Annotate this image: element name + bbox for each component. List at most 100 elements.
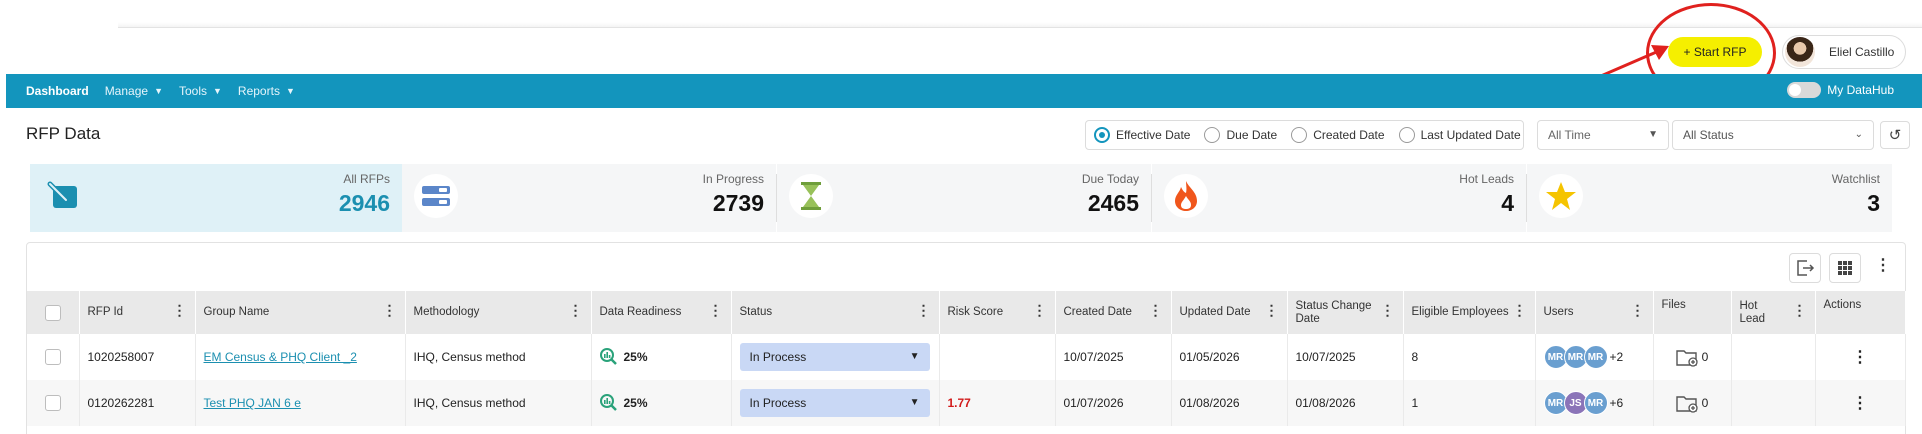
hourglass-icon — [789, 174, 833, 218]
cell-data-readiness: 25% — [591, 334, 732, 380]
header-risk-score[interactable]: Risk Score ⋮ — [939, 291, 1056, 334]
datahub-label: My DataHub — [1827, 83, 1894, 97]
group-name-link[interactable]: Test PHQ JAN 6 e — [204, 396, 301, 410]
readiness-value: 25% — [623, 350, 648, 364]
rfp-edit-icon — [42, 174, 86, 218]
row-actions-kebab-icon[interactable]: ⋮ — [1852, 395, 1868, 412]
files-button[interactable]: 0 — [1662, 393, 1723, 413]
caret-down-icon: ▼ — [909, 351, 920, 362]
header-updated-date[interactable]: Updated Date ⋮ — [1171, 291, 1288, 334]
cell-hot-lead — [1731, 380, 1816, 426]
reset-filters-button[interactable]: ↺ — [1880, 121, 1910, 149]
star-icon — [1539, 174, 1583, 218]
toggle-switch[interactable] — [1787, 82, 1822, 98]
table-row[interactable]: 0120262281 Test PHQ JAN 6 e IHQ, Census … — [27, 380, 1906, 426]
header-methodology[interactable]: Methodology ⋮ — [405, 291, 592, 334]
header-eligible-employees[interactable]: Eligible Employees ⋮ — [1403, 291, 1536, 334]
cell-eligible-employees: 8 — [1403, 334, 1536, 380]
header-label: Status — [739, 306, 773, 318]
stat-hot-leads[interactable]: Hot Leads 4 — [1152, 164, 1526, 232]
nav-reports[interactable]: Reports ▼ — [238, 84, 295, 98]
kebab-icon[interactable]: ⋮ — [1265, 303, 1279, 317]
user-name: Eliel Castillo — [1829, 45, 1895, 59]
cell-users: MR MR MR +2 — [1535, 334, 1654, 380]
table-more-button[interactable]: ⋮ — [1875, 257, 1891, 279]
datahub-toggle[interactable]: My DataHub — [1787, 82, 1894, 98]
nav-manage[interactable]: Manage ▼ — [105, 84, 163, 98]
cell-status: In Process ▼ — [731, 334, 940, 380]
row-checkbox[interactable] — [44, 349, 61, 365]
row-checkbox[interactable] — [44, 395, 61, 411]
cell-created-date: 10/07/2025 — [1055, 334, 1172, 380]
stat-in-progress[interactable]: In Progress 2739 — [402, 164, 776, 232]
kebab-icon[interactable]: ⋮ — [1381, 303, 1395, 317]
header-hot-lead[interactable]: Hot Lead ⋮ — [1731, 291, 1816, 334]
radio-created-date[interactable] — [1291, 127, 1308, 143]
files-button[interactable]: 0 — [1662, 347, 1723, 367]
kebab-icon[interactable]: ⋮ — [917, 303, 931, 317]
header-label: Files — [1661, 299, 1686, 311]
stat-value: 2739 — [712, 190, 764, 216]
status-dropdown[interactable]: In Process ▼ — [739, 343, 930, 371]
column-grid-button[interactable] — [1829, 253, 1861, 283]
radio-effective-date[interactable] — [1094, 127, 1110, 143]
user-avatar[interactable]: MR — [1583, 391, 1608, 415]
kebab-icon[interactable]: ⋮ — [1513, 303, 1527, 317]
kebab-icon[interactable]: ⋮ — [709, 303, 723, 317]
more-users-count[interactable]: +2 — [1610, 350, 1624, 364]
radio-last-updated-date[interactable] — [1398, 127, 1415, 143]
header-users[interactable]: Users ⋮ — [1535, 291, 1654, 334]
risk-value: 1.77 — [947, 396, 971, 410]
header-status[interactable]: Status ⋮ — [731, 291, 940, 334]
cell-files: 0 — [1653, 334, 1732, 380]
user-menu[interactable]: Eliel Castillo — [1782, 35, 1906, 69]
stat-all-rfps[interactable]: All RFPs 2946 — [30, 164, 402, 232]
folder-add-icon — [1675, 396, 1698, 413]
row-actions-kebab-icon[interactable]: ⋮ — [1852, 349, 1868, 366]
cell-group-name: EM Census & PHQ Client _2 — [195, 334, 406, 380]
header-label: Actions — [1823, 299, 1862, 311]
export-button[interactable] — [1789, 253, 1821, 283]
kebab-icon[interactable]: ⋮ — [1631, 303, 1645, 317]
table-row[interactable]: 1020258007 EM Census & PHQ Client _2 IHQ… — [27, 334, 1906, 380]
folder-add-icon — [1675, 350, 1698, 367]
user-avatar[interactable]: MR — [1583, 345, 1608, 369]
nav-tools[interactable]: Tools ▼ — [179, 84, 222, 98]
kebab-icon[interactable]: ⋮ — [569, 303, 583, 317]
readiness-value: 25% — [623, 396, 648, 410]
stat-watchlist[interactable]: Watchlist 3 — [1527, 164, 1892, 232]
kebab-icon[interactable]: ⋮ — [383, 303, 397, 317]
kebab-icon[interactable]: ⋮ — [1793, 303, 1807, 317]
header-label: Eligible Employees — [1411, 306, 1509, 318]
radio-due-date[interactable] — [1204, 127, 1221, 143]
row-select-cell — [27, 334, 80, 380]
status-select[interactable]: All Status ⌄ — [1672, 120, 1874, 150]
stat-label: Due Today — [1081, 172, 1139, 186]
header-files[interactable]: Files — [1653, 291, 1732, 334]
stat-due-today[interactable]: Due Today 2465 — [777, 164, 1151, 232]
header-created-date[interactable]: Created Date ⋮ — [1055, 291, 1172, 334]
header-data-readiness[interactable]: Data Readiness ⋮ — [591, 291, 732, 334]
group-name-link[interactable]: EM Census & PHQ Client _2 — [204, 350, 357, 364]
cell-status: In Process ▼ — [731, 380, 940, 426]
header-label: Methodology — [413, 306, 480, 318]
status-dropdown[interactable]: In Process ▼ — [739, 389, 930, 417]
header-group-name[interactable]: Group Name ⋮ — [195, 291, 406, 334]
kebab-icon: ⋮ — [1875, 257, 1891, 274]
time-select[interactable]: All Time ▼ — [1537, 120, 1669, 150]
header-select-all[interactable] — [27, 291, 80, 334]
header-status-change-date[interactable]: Status Change Date ⋮ — [1287, 291, 1404, 334]
caret-down-icon: ▼ — [154, 86, 163, 96]
header-label: Updated Date — [1179, 306, 1251, 318]
header-rfp-id[interactable]: RFP Id ⋮ — [79, 291, 196, 334]
header-actions: Actions — [1815, 291, 1906, 334]
select-all-checkbox[interactable] — [44, 304, 61, 321]
cell-actions: ⋮ — [1815, 380, 1906, 426]
start-rfp-button[interactable]: + Start RFP — [1668, 37, 1762, 67]
time-select-value: All Time — [1548, 128, 1591, 142]
kebab-icon[interactable]: ⋮ — [1033, 303, 1047, 317]
nav-dashboard[interactable]: Dashboard — [26, 84, 89, 98]
kebab-icon[interactable]: ⋮ — [173, 303, 187, 317]
more-users-count[interactable]: +6 — [1610, 396, 1624, 410]
kebab-icon[interactable]: ⋮ — [1149, 303, 1163, 317]
